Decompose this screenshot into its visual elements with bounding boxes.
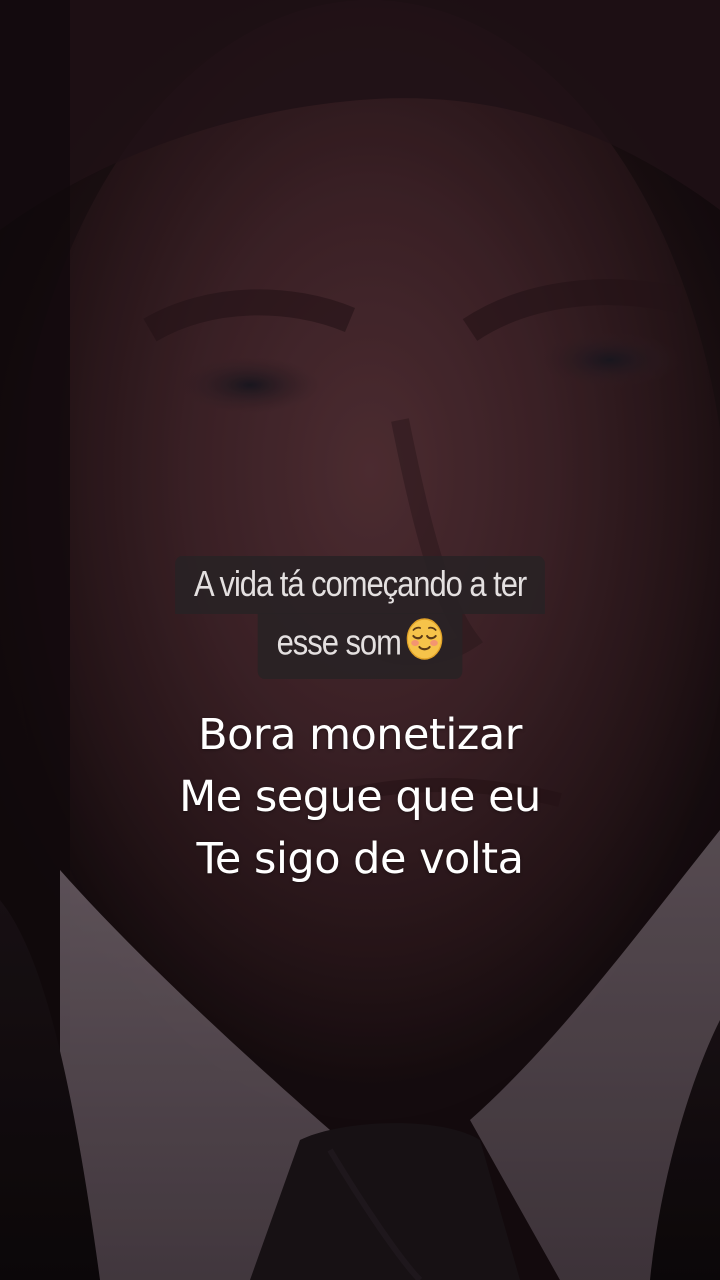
caption-sticker[interactable]: A vida tá começando a ter esse som	[0, 556, 720, 679]
overlay-line-1: Bora monetizar	[198, 710, 522, 760]
overlay-text-block: Bora monetizar Me segue que eu Te sigo d…	[0, 704, 720, 890]
caption-line-1: A vida tá começando a ter	[174, 556, 546, 614]
caption-line-1-text: A vida tá começando a ter	[193, 563, 527, 604]
overlay-line-2: Me segue que eu	[179, 772, 541, 822]
overlay-line-3: Te sigo de volta	[196, 834, 524, 884]
caption-line-2: esse som	[257, 613, 463, 679]
caption-line-2-text: esse som	[276, 621, 401, 663]
relieved-face-icon	[406, 617, 444, 667]
video-frame[interactable]: A vida tá começando a ter esse som Bora …	[0, 0, 720, 1280]
